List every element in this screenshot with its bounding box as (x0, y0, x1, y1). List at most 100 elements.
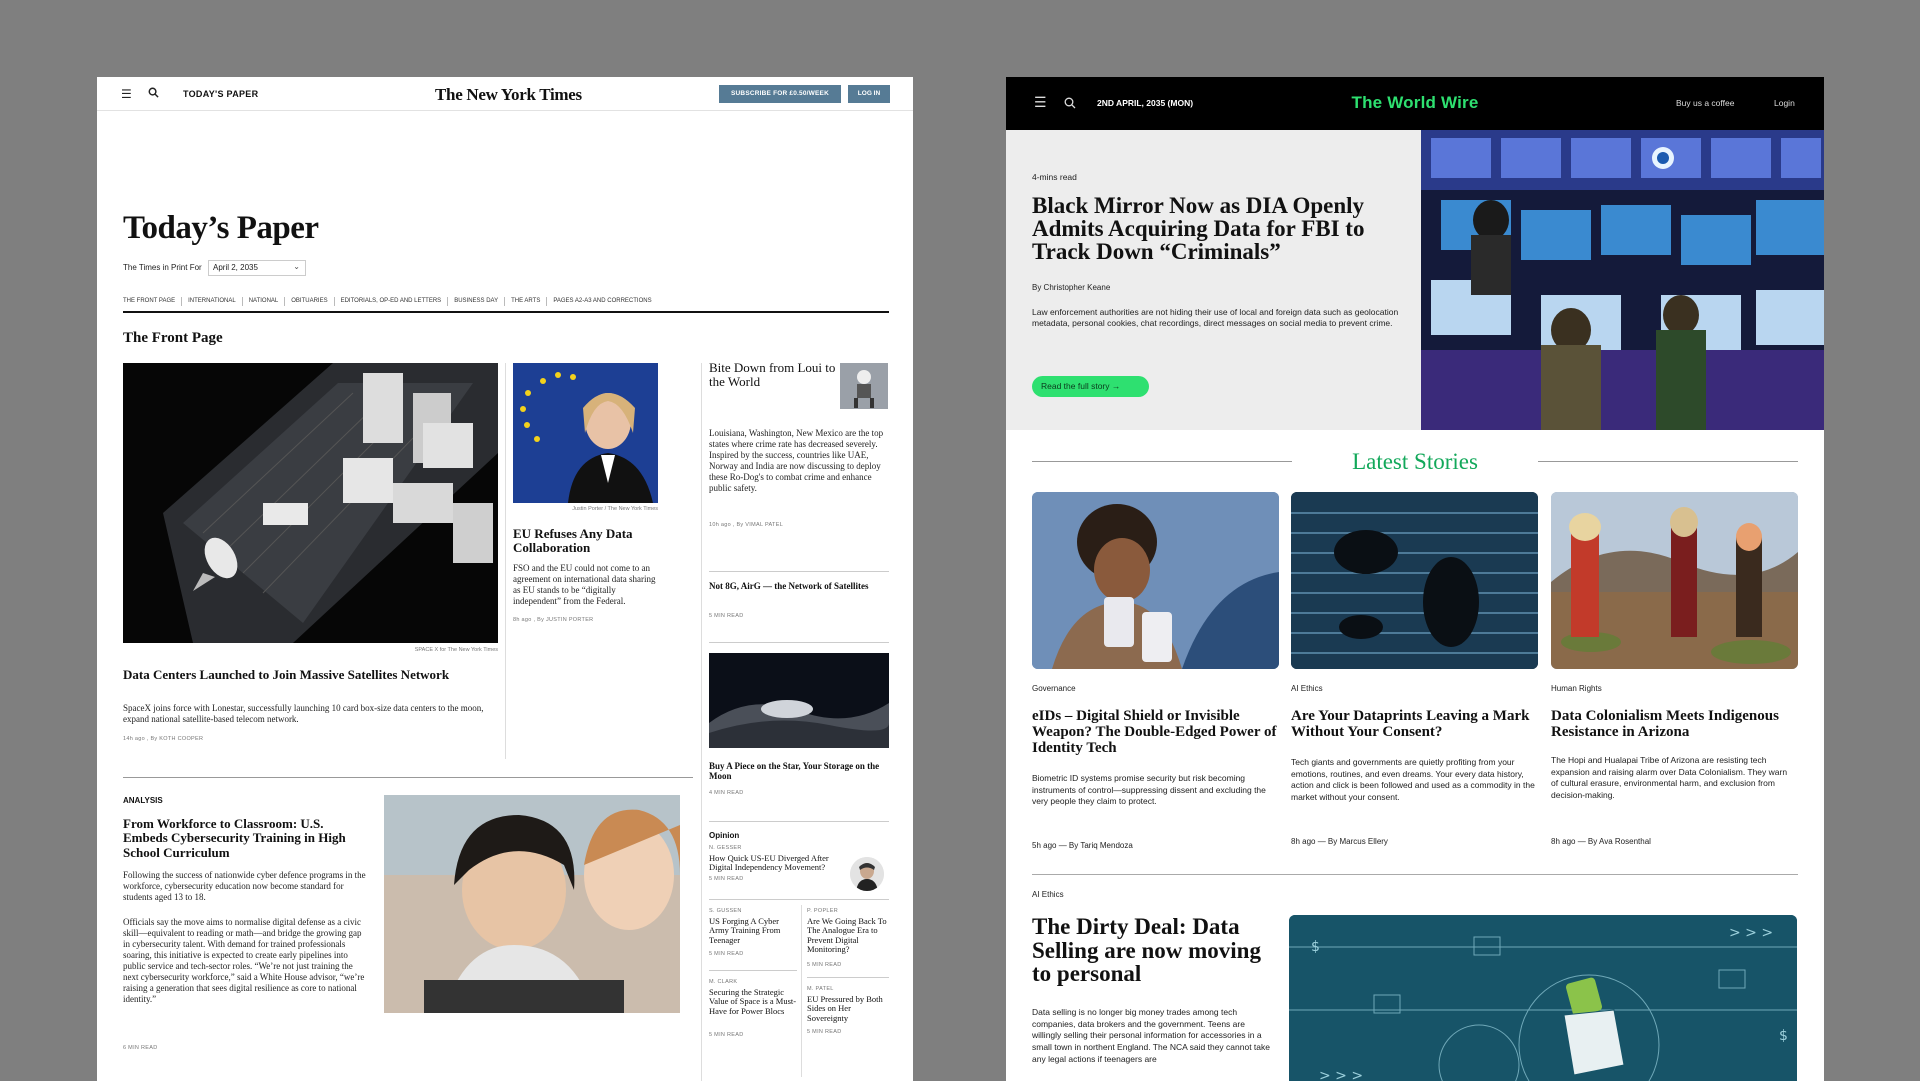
opinion-grid-headline-4[interactable]: EU Pressured by Both Sides on Her Sovere… (807, 994, 889, 1023)
column-divider (801, 905, 802, 1077)
front-page-heading: The Front Page (123, 330, 223, 346)
hero-story: 4-mins read Black Mirror Now as DIA Open… (1006, 130, 1824, 430)
svg-text:> > >: > > > (1729, 925, 1773, 941)
card-meta-human-rights: 8h ago — By Ava Rosenthal (1551, 837, 1651, 846)
card-image-human-rights[interactable] (1551, 492, 1798, 669)
card-headline-ai-ethics[interactable]: Are Your Dataprints Leaving a Mark Witho… (1291, 708, 1541, 740)
opinion-author-avatar[interactable] (850, 857, 884, 891)
divider (709, 899, 889, 900)
analysis-kicker: ANALYSIS (123, 796, 163, 805)
nyt-logo[interactable]: The New York Times (435, 85, 582, 105)
date-select[interactable]: April 2, 2035 ⌄ (208, 260, 306, 276)
hero-text-panel: 4-mins read Black Mirror Now as DIA Open… (1006, 130, 1421, 430)
dirty-deal-illustration[interactable]: $ $ > > > > > > (1289, 915, 1797, 1081)
latest-stories-title: Latest Stories (1352, 449, 1478, 474)
card-meta-governance: 5h ago — By Tariq Mendoza (1032, 841, 1133, 850)
dirty-deal-category[interactable]: AI Ethics (1032, 890, 1064, 899)
analysis-headline[interactable]: From Workforce to Classroom: U.S. Embeds… (123, 816, 363, 860)
section-link-front-page[interactable]: THE FRONT PAGE (123, 297, 183, 306)
section-link-national[interactable]: NATIONAL (249, 297, 286, 306)
card-summary-governance: Biometric ID systems promise security bu… (1032, 773, 1266, 807)
card-summary-ai-ethics: Tech giants and governments are quietly … (1291, 757, 1535, 803)
svg-text:$: $ (1311, 939, 1320, 955)
svg-text:> > >: > > > (1319, 1068, 1363, 1081)
page-title: Today’s Paper (123, 210, 319, 246)
analysis-image[interactable] (384, 795, 680, 1013)
not8g-story-headline[interactable]: Not 8G, AirG — the Network of Satellites (709, 581, 889, 592)
opinion-meta: 5 MIN READ (709, 876, 744, 882)
opinion-grid-author-4: M. PATEL (807, 986, 834, 992)
card-image-governance[interactable] (1032, 492, 1279, 669)
date-select-value: April 2, 2035 (213, 263, 258, 272)
dirty-deal-summary: Data selling is no longer big money trad… (1032, 1007, 1270, 1064)
eu-story-headline[interactable]: EU Refuses Any Data Collaboration (513, 526, 658, 556)
nyt-header: ☰ TODAY'S PAPER The New York Times SUBSC… (97, 77, 913, 111)
divider (1032, 874, 1798, 875)
opinion-author: N. GESSER (709, 845, 742, 851)
ww-header: ☰ 2ND APRIL, 2035 (MON) The World Wire B… (1006, 77, 1824, 130)
card-headline-human-rights[interactable]: Data Colonialism Meets Indigenous Resist… (1551, 708, 1801, 740)
column-divider (701, 363, 702, 1081)
chevron-down-icon: ⌄ (293, 262, 300, 271)
login-button[interactable]: LOG IN (848, 85, 890, 103)
divider (709, 821, 889, 822)
card-headline-governance[interactable]: eIDs – Digital Shield or Invisible Weapo… (1032, 708, 1282, 757)
login-link[interactable]: Login (1774, 98, 1795, 108)
section-link-obituaries[interactable]: OBITUARIES (291, 297, 335, 306)
section-link-corrections[interactable]: PAGES A2-A3 AND CORRECTIONS (553, 297, 657, 306)
opinion-grid-author-2: P. POPLER (807, 908, 839, 914)
divider (709, 970, 797, 971)
opinion-grid-headline-1[interactable]: US Forging A Cyber Army Training From Te… (709, 916, 797, 945)
section-link-editorials[interactable]: EDITORIALS, OP-ED AND LETTERS (341, 297, 449, 306)
hamburger-menu-icon[interactable]: ☰ (121, 87, 132, 101)
read-full-story-label: Read the full story (1041, 381, 1110, 391)
lead-story-headline[interactable]: Data Centers Launched to Join Massive Sa… (123, 667, 498, 682)
opinion-grid-headline-3[interactable]: Securing the Strategic Value of Space is… (709, 987, 797, 1016)
eu-story-image[interactable] (513, 363, 658, 503)
opinion-grid-headline-2[interactable]: Are We Going Back To The Analogue Era to… (807, 916, 889, 954)
search-icon[interactable] (148, 87, 159, 101)
card-category-human-rights[interactable]: Human Rights (1551, 684, 1602, 693)
card-category-governance[interactable]: Governance (1032, 684, 1076, 693)
column-divider (505, 363, 506, 759)
lead-story-image[interactable] (123, 363, 498, 643)
hero-read-time: 4-mins read (1032, 172, 1077, 182)
moon-story-meta: 4 MIN READ (709, 790, 744, 796)
eu-story-summary: FSO and the EU could not come to an agre… (513, 563, 656, 606)
robot-dog-thumbnail[interactable] (840, 363, 888, 409)
divider (709, 642, 889, 643)
bite-story-headline[interactable]: Bite Down from Loui to the World (709, 360, 839, 390)
not8g-story-meta: 5 MIN READ (709, 613, 744, 619)
eu-story-meta: 8h ago , By JUSTIN PORTER (513, 617, 594, 623)
opinion-headline[interactable]: How Quick US-EU Diverged After Digital I… (709, 853, 839, 873)
moon-story-headline[interactable]: Buy A Piece on the Star, Your Storage on… (709, 761, 889, 782)
opinion-label: Opinion (709, 831, 740, 840)
section-link-arts[interactable]: THE ARTS (511, 297, 548, 306)
hero-image[interactable] (1421, 130, 1824, 430)
hero-headline[interactable]: Black Mirror Now as DIA Openly Admits Ac… (1032, 194, 1412, 263)
section-link-business[interactable]: BUSINESS DAY (454, 297, 506, 306)
latest-divider-right (1538, 461, 1798, 462)
divider (123, 777, 693, 778)
dirty-deal-headline[interactable]: The Dirty Deal: Data Selling are now mov… (1032, 915, 1282, 986)
moon-story-image[interactable] (709, 653, 889, 748)
card-image-ai-ethics[interactable] (1291, 492, 1538, 669)
buy-coffee-link[interactable]: Buy us a coffee (1676, 98, 1734, 108)
arrow-right-icon: → (1111, 381, 1121, 391)
lead-story-caption: SPACE X for The New York Times (414, 647, 498, 653)
todays-paper-link[interactable]: TODAY'S PAPER (183, 89, 258, 99)
opinion-grid-author-3: M. CLARK (709, 979, 738, 985)
card-category-ai-ethics[interactable]: AI Ethics (1291, 684, 1323, 693)
divider (807, 977, 889, 978)
section-nav: THE FRONT PAGE INTERNATIONAL NATIONAL OB… (123, 297, 889, 313)
opinion-grid-meta-3: 5 MIN READ (709, 1032, 744, 1038)
bite-story-meta: 10h ago , By VIMAL PATEL (709, 522, 784, 528)
opinion-grid-meta-2: 5 MIN READ (807, 962, 842, 968)
subscribe-button[interactable]: SUBSCRIBE FOR £0.50/WEEK (719, 85, 841, 103)
nyt-page: ☰ TODAY'S PAPER The New York Times SUBSC… (97, 77, 913, 1081)
read-full-story-button[interactable]: Read the full story → (1032, 376, 1149, 397)
section-link-international[interactable]: INTERNATIONAL (188, 297, 243, 306)
hero-summary: Law enforcement authorities are not hidi… (1032, 307, 1399, 329)
opinion-grid-meta-1: 5 MIN READ (709, 951, 744, 957)
analysis-paragraph-1: Following the success of nationwide cybe… (123, 870, 366, 902)
